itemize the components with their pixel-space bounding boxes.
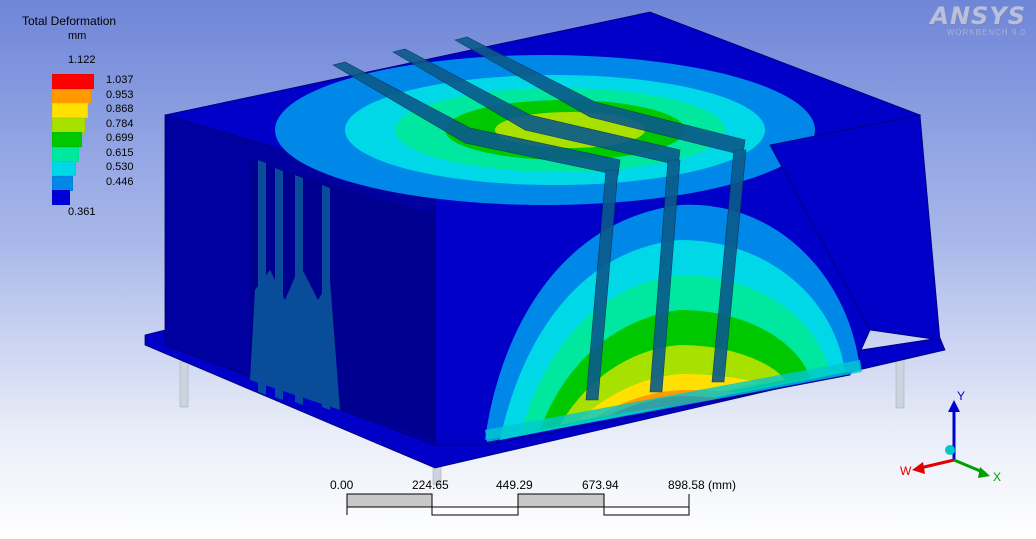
x-axis-label: X: [993, 470, 1001, 484]
y-axis-label: Y: [957, 389, 965, 403]
z-axis-arrow-icon: [912, 462, 925, 474]
fea-model-viewport[interactable]: [0, 0, 1036, 539]
scale-bar-graphic: [346, 493, 690, 516]
iso-ball-icon[interactable]: [945, 445, 955, 455]
scale-bar: 0.00 224.65 449.29 673.94 898.58 (mm): [330, 478, 760, 523]
z-axis-line: [919, 458, 955, 470]
left-stiffeners: [250, 160, 340, 410]
axis-triad[interactable]: Y X W: [890, 380, 1030, 490]
z-axis-label: W: [900, 464, 912, 478]
x-axis-arrow-icon: [978, 467, 990, 478]
